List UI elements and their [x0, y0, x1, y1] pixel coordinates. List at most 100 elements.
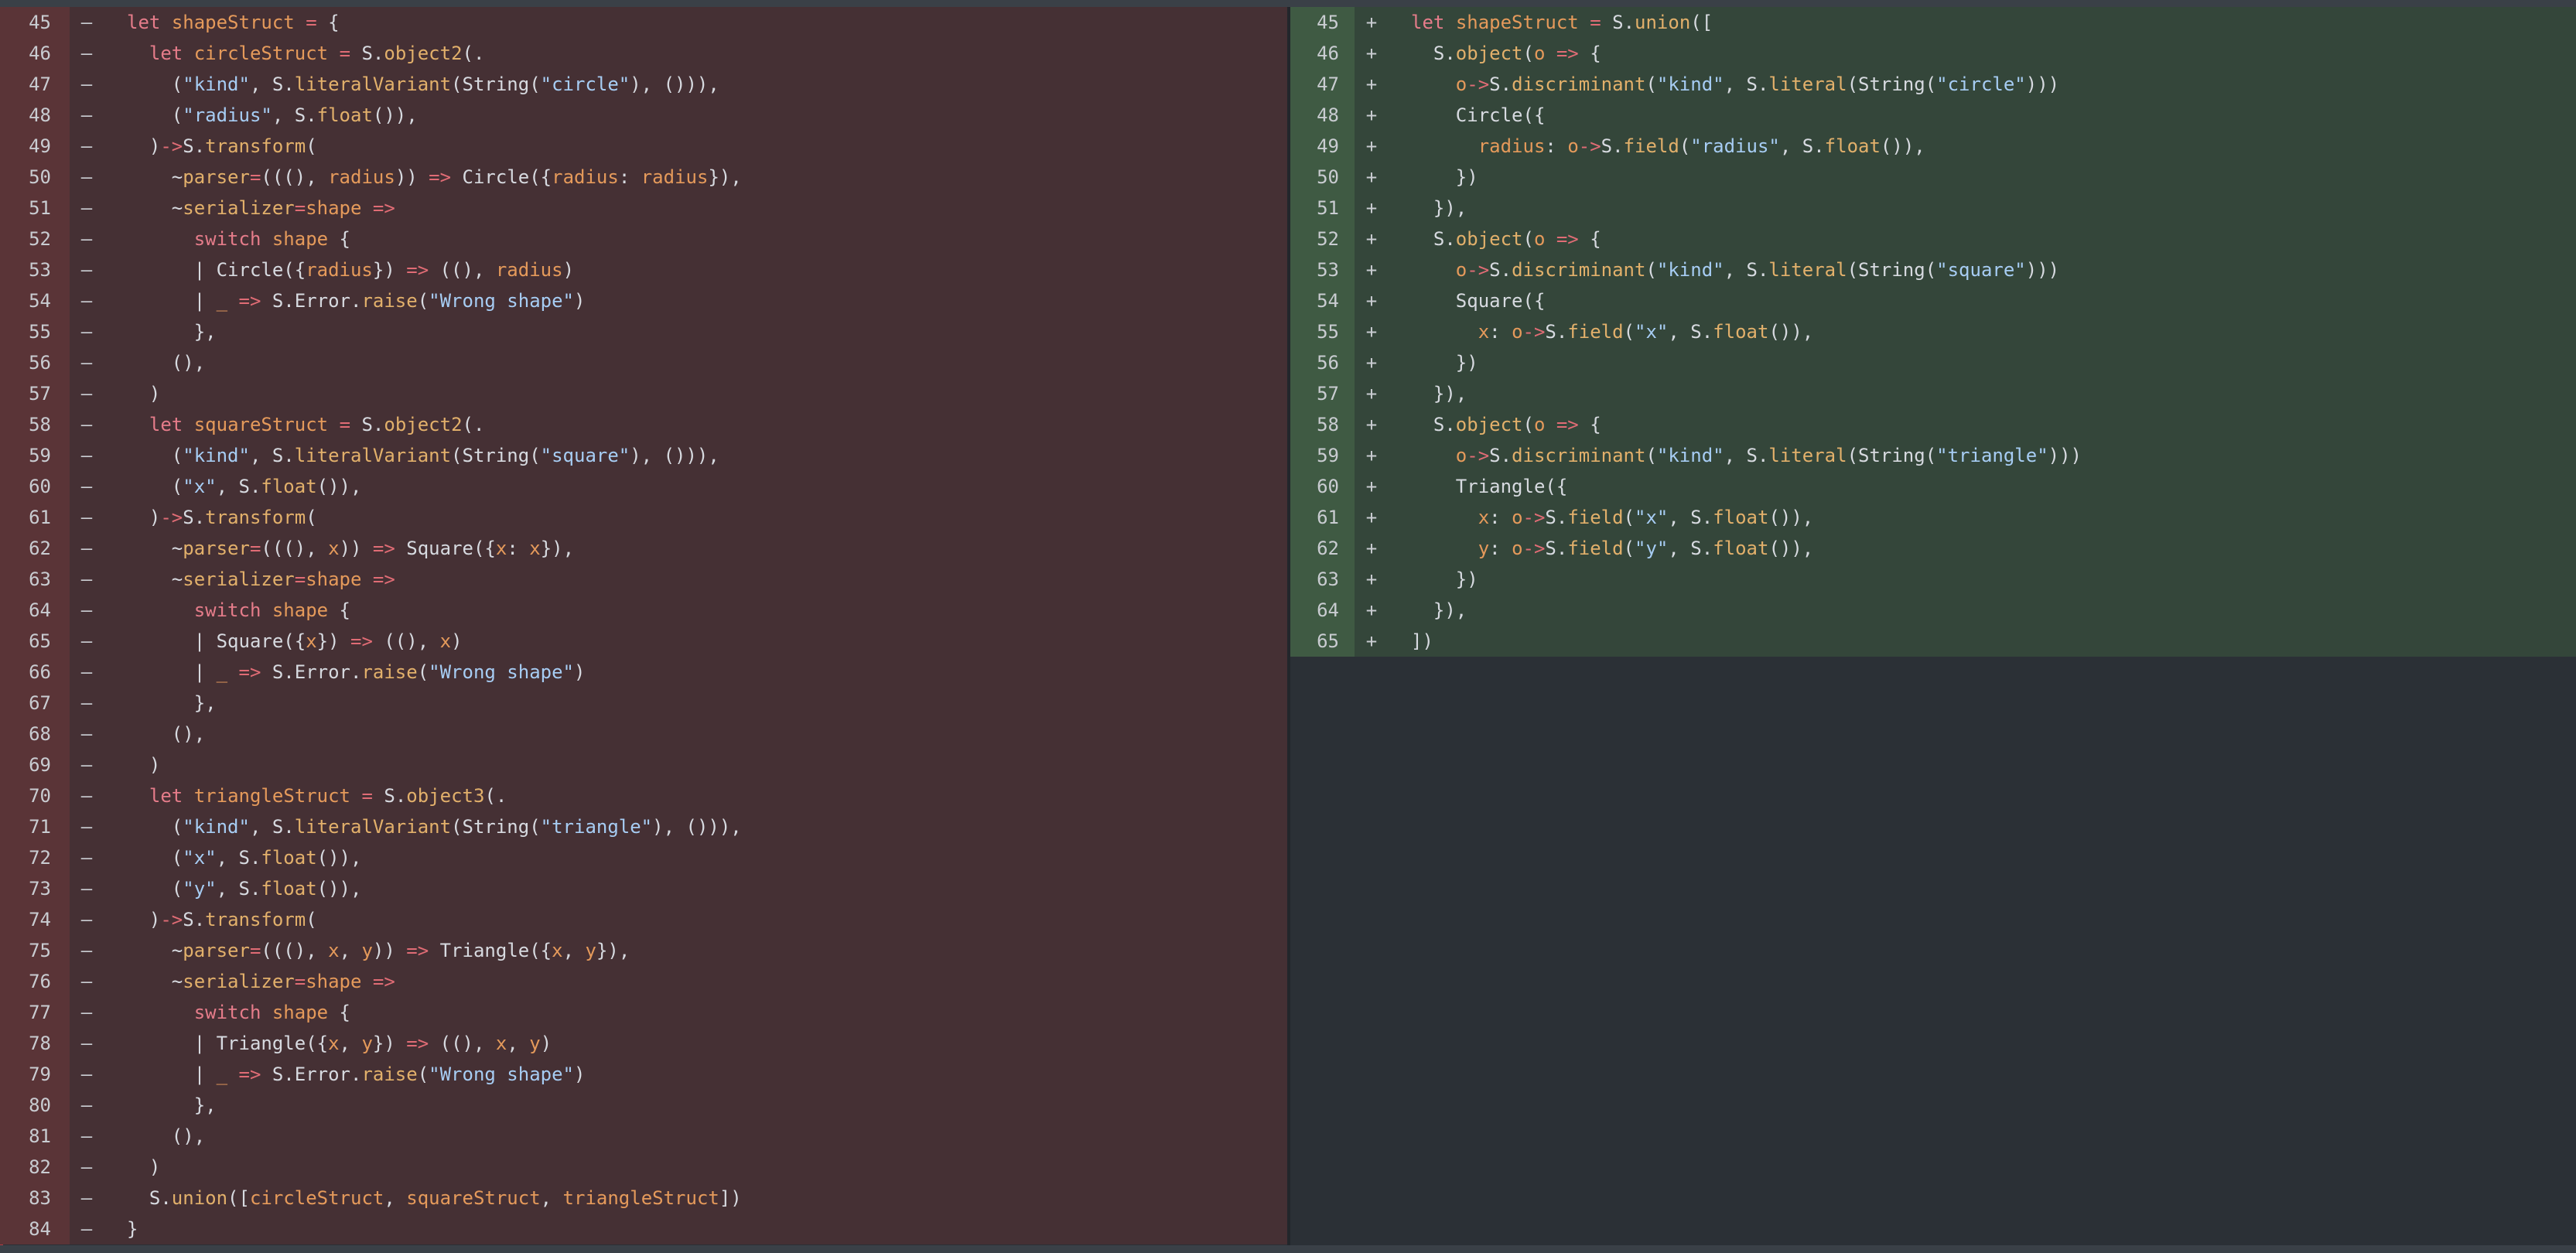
removed-line[interactable]: 81– (), [0, 1121, 1287, 1152]
line-number: 46 [0, 38, 70, 69]
removed-line[interactable]: 62– ~parser=(((), x)) => Square({x: x}), [0, 533, 1287, 564]
removed-sign: – [80, 785, 93, 807]
removed-line[interactable]: 78– | Triangle({x, y}) => ((), x, y) [0, 1028, 1287, 1059]
removed-sign: – [80, 909, 93, 930]
line-number: 50 [1290, 162, 1355, 193]
code-text: ~serializer=shape => [127, 197, 395, 219]
line-number: 83 [0, 1183, 70, 1214]
added-line[interactable]: 56 + }) [1290, 347, 2576, 378]
removed-line[interactable]: 74– )->S.transform( [0, 904, 1287, 935]
line-number: 59 [1290, 440, 1355, 471]
removed-sign: – [80, 73, 93, 95]
removed-line[interactable]: 53– | Circle({radius}) => ((), radius) [0, 254, 1287, 285]
removed-line[interactable]: 65– | Square({x}) => ((), x) [0, 626, 1287, 657]
removed-sign: – [80, 878, 93, 900]
removed-line[interactable]: 76– ~serializer=shape => [0, 966, 1287, 997]
removed-line[interactable]: 70– let triangleStruct = S.object3(. [0, 780, 1287, 811]
added-line[interactable]: 55 + x: o->S.field("x", S.float()), [1290, 316, 2576, 347]
removed-sign: – [80, 197, 93, 219]
code-text: ]) [1411, 630, 1433, 652]
added-line[interactable]: 65 +]) [1290, 626, 2576, 657]
removed-line[interactable]: 61– )->S.transform( [0, 502, 1287, 533]
added-line[interactable]: 59 + o->S.discriminant("kind", S.literal(… [1290, 440, 2576, 471]
added-line[interactable]: 61 + x: o->S.field("x", S.float()), [1290, 502, 2576, 533]
removed-line[interactable]: 56– (), [0, 347, 1287, 378]
removed-line[interactable]: 46– let circleStruct = S.object2(. [0, 38, 1287, 69]
removed-line[interactable]: 66– | _ => S.Error.raise("Wrong shape") [0, 657, 1287, 688]
line-number: 51 [0, 193, 70, 224]
removed-line[interactable]: 54– | _ => S.Error.raise("Wrong shape") [0, 285, 1287, 316]
top-bar [0, 0, 2576, 7]
added-sign: + [1365, 228, 1378, 250]
removed-line[interactable]: 79– | _ => S.Error.raise("Wrong shape") [0, 1059, 1287, 1090]
added-lines-list: 45 + let shapeStruct = S.union([46 + S.obje… [1290, 7, 2576, 657]
added-line[interactable]: 51 + }), [1290, 193, 2576, 224]
removed-line[interactable]: 49– )->S.transform( [0, 131, 1287, 162]
removed-line[interactable]: 69– ) [0, 749, 1287, 780]
removed-line[interactable]: 60– ("x", S.float()), [0, 471, 1287, 502]
removed-line[interactable]: 71– ("kind", S.literalVariant(String("tr… [0, 811, 1287, 842]
added-line[interactable]: 49 + radius: o->S.field("radius", S.float… [1290, 131, 2576, 162]
code-text: }, [127, 321, 217, 343]
removed-line[interactable]: 59– ("kind", S.literalVariant(String("sq… [0, 440, 1287, 471]
removed-sign: – [80, 847, 93, 869]
removed-sign: – [80, 1094, 93, 1116]
removed-line[interactable]: 51– ~serializer=shape => [0, 193, 1287, 224]
code-text: switch shape { [193, 1002, 351, 1023]
line-number: 63 [1290, 564, 1355, 595]
removed-line[interactable]: 67– }, [0, 688, 1287, 719]
added-line[interactable]: 47 + o->S.discriminant("kind", S.literal(… [1290, 69, 2576, 100]
added-line[interactable]: 48 + Circle({ [1290, 100, 2576, 131]
removed-sign: – [80, 1002, 93, 1023]
code-text: }, [127, 1094, 217, 1116]
added-line[interactable]: 54 + Square({ [1290, 285, 2576, 316]
removed-line[interactable]: 64– switch shape { [0, 595, 1287, 626]
removed-line[interactable]: 68– (), [0, 719, 1287, 749]
removed-line[interactable]: 84–} [0, 1214, 1287, 1244]
added-line[interactable]: 45 + let shapeStruct = S.union([ [1290, 7, 2576, 38]
added-line[interactable]: 57 + }), [1290, 378, 2576, 409]
removed-line[interactable]: 52– switch shape { [0, 224, 1287, 254]
added-line[interactable]: 46 + S.object(o => { [1290, 38, 2576, 69]
removed-line[interactable]: 58– let squareStruct = S.object2(. [0, 409, 1287, 440]
added-line[interactable]: 64 + }), [1290, 595, 2576, 626]
added-line[interactable]: 62 + y: o->S.field("y", S.float()), [1290, 533, 2576, 564]
added-line[interactable]: 52 + S.object(o => { [1290, 224, 2576, 254]
removed-line[interactable]: 63– ~serializer=shape => [0, 564, 1287, 595]
line-number: 51 [1290, 193, 1355, 224]
line-number: 55 [0, 316, 70, 347]
line-number: 68 [0, 719, 70, 749]
removed-line[interactable]: 82– ) [0, 1152, 1287, 1183]
removed-sign: – [80, 940, 93, 961]
removed-line[interactable]: 72– ("x", S.float()), [0, 842, 1287, 873]
line-number: 78 [0, 1028, 70, 1059]
code-text: ("x", S.float()), [127, 847, 362, 869]
removed-line[interactable]: 75– ~parser=(((), x, y)) => Triangle({x,… [0, 935, 1287, 966]
code-text: S.union([circleStruct, squareStruct, tri… [127, 1187, 742, 1209]
removed-line[interactable]: 80– }, [0, 1090, 1287, 1121]
added-line[interactable]: 53 + o->S.discriminant("kind", S.literal(… [1290, 254, 2576, 285]
added-line[interactable]: 60 + Triangle({ [1290, 471, 2576, 502]
removed-line[interactable]: 48– ("radius", S.float()), [0, 100, 1287, 131]
line-number: 63 [0, 564, 70, 595]
removed-line[interactable]: 57– ) [0, 378, 1287, 409]
removed-line[interactable]: 45– let shapeStruct = { [0, 7, 1287, 38]
removed-line[interactable]: 55– }, [0, 316, 1287, 347]
code-text: ~serializer=shape => [127, 971, 395, 992]
added-line[interactable]: 50 + }) [1290, 162, 2576, 193]
removed-line[interactable]: 50– ~parser=(((), radius)) => Circle({ra… [0, 162, 1287, 193]
removed-sign: – [80, 1187, 93, 1209]
removed-sign: – [80, 43, 93, 64]
code-text: let shapeStruct = { [127, 12, 340, 33]
code-text: )->S.transform( [127, 507, 317, 528]
removed-sign: – [80, 1218, 93, 1240]
added-sign: + [1365, 599, 1378, 621]
removed-line[interactable]: 47– ("kind", S.literalVariant(String("ci… [0, 69, 1287, 100]
line-number: 67 [0, 688, 70, 719]
removed-line[interactable]: 73– ("y", S.float()), [0, 873, 1287, 904]
removed-line[interactable]: 83– S.union([circleStruct, squareStruct,… [0, 1183, 1287, 1214]
removed-line[interactable]: 77– switch shape { [0, 997, 1287, 1028]
added-line[interactable]: 63 + }) [1290, 564, 2576, 595]
added-sign: + [1365, 259, 1378, 281]
added-line[interactable]: 58 + S.object(o => { [1290, 409, 2576, 440]
